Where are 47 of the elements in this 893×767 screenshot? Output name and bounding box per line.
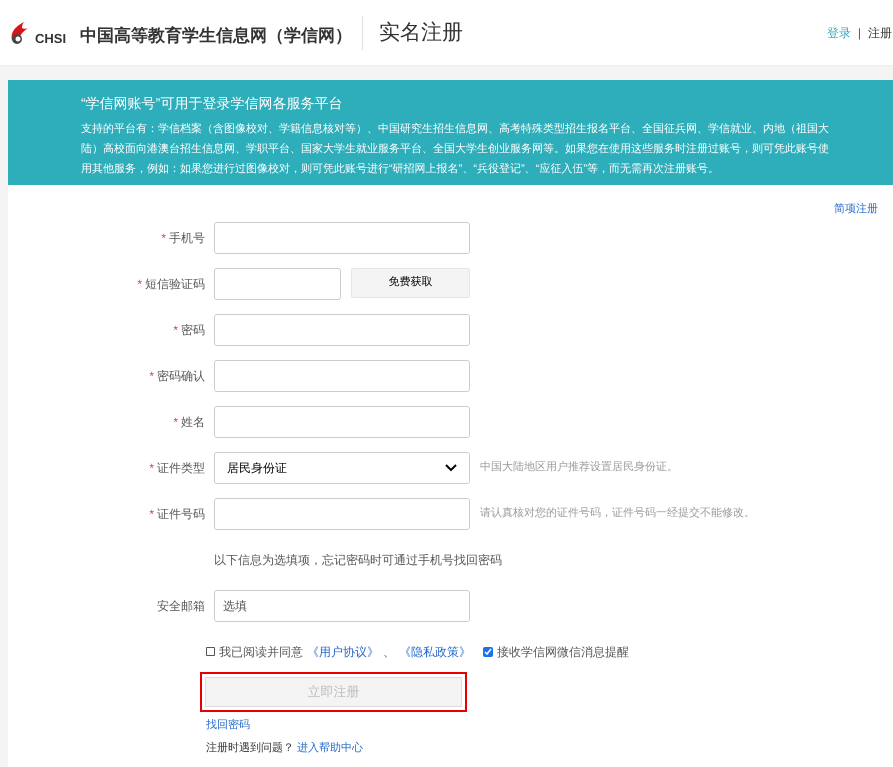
required-mark: * bbox=[173, 414, 178, 430]
required-mark: * bbox=[173, 322, 178, 338]
field-hint: 请认真核对您的证件号码，证件号码一经提交不能修改。 bbox=[480, 506, 755, 522]
text-field[interactable] bbox=[214, 314, 470, 346]
agreement-text: 我已阅读并同意 bbox=[219, 644, 303, 660]
required-mark: * bbox=[149, 506, 154, 522]
banner-title: “学信网账号”可用于登录学信网各服务平台 bbox=[81, 94, 344, 113]
simple-register-link[interactable]: 简项注册 bbox=[834, 201, 878, 218]
help-text: 注册时遇到问题？ bbox=[206, 742, 294, 754]
banner-text: 支持的平台有：学信档案（含图像校对、学籍信息核对等）、中国研究生招生信息网、高考特殊类型招生报名平台、全国征兵网、学信就业、内地（祖国大陆）高校面向港澳台招生信息网、学职平台、国家大学生就业服务平台、全国大学生创业服务网等。如果您在使用这些服务时注册过账号，则可凭此账号使用其他服务，例如：如果您进行过图像校对，则可凭此账号进行“研招网上报名”、“兵役登记”、“应征入伍”等，而无需再次注册账号。 bbox=[81, 122, 830, 177]
get-code-button[interactable]: 免费获取 bbox=[351, 268, 470, 298]
field-label: 证件类型 bbox=[157, 460, 205, 476]
policy-link[interactable]: 《隐私政策》 bbox=[399, 642, 471, 660]
field-label: 密码确认 bbox=[157, 368, 205, 384]
field-hint: 中国大陆地区用户推荐设置居民身份证。 bbox=[480, 460, 678, 476]
required-mark: * bbox=[149, 368, 154, 384]
header-link[interactable]: 登录 bbox=[826, 24, 851, 42]
field-label: 姓名 bbox=[181, 414, 205, 430]
field-label: 安全邮箱 bbox=[157, 598, 205, 614]
forgot-password-link[interactable]: 找回密码 bbox=[206, 718, 250, 730]
policy-link[interactable]: 《用户协议》 bbox=[307, 642, 379, 660]
link-separator: | bbox=[858, 24, 861, 42]
wechat-checkbox[interactable] bbox=[483, 646, 493, 656]
text-field[interactable] bbox=[214, 360, 470, 392]
site-name: 中国高等教育学生信息网（学信网） bbox=[80, 24, 352, 47]
field-label: 密码 bbox=[181, 322, 205, 338]
link-joiner: 、 bbox=[383, 644, 395, 660]
text-field[interactable] bbox=[214, 222, 470, 254]
chevron-down-icon bbox=[445, 464, 457, 472]
text-field[interactable]: 选填 bbox=[214, 590, 470, 622]
field-label: 短信验证码 bbox=[145, 276, 205, 292]
help-center-link[interactable]: 进入帮助中心 bbox=[297, 742, 363, 754]
id-type-select[interactable]: 居民身份证 bbox=[214, 452, 470, 484]
agree-checkbox[interactable] bbox=[206, 647, 215, 656]
required-mark: * bbox=[137, 276, 142, 292]
header-link[interactable]: 注册 bbox=[868, 24, 892, 42]
required-mark: * bbox=[149, 460, 154, 476]
text-field[interactable] bbox=[214, 498, 470, 530]
wechat-notice-text: 接收学信网微信消息提醒 bbox=[497, 644, 629, 660]
field-label: 手机号 bbox=[169, 230, 205, 246]
required-mark: * bbox=[161, 230, 166, 246]
logo-text: CHSI bbox=[35, 30, 66, 48]
code-field[interactable] bbox=[214, 268, 341, 300]
optional-note: 以下信息为选填项，忘记密码时可通过手机号找回密码 bbox=[214, 552, 502, 568]
field-label: 证件号码 bbox=[157, 506, 205, 522]
text-field[interactable] bbox=[214, 406, 470, 438]
page-title: 实名注册 bbox=[379, 20, 464, 46]
